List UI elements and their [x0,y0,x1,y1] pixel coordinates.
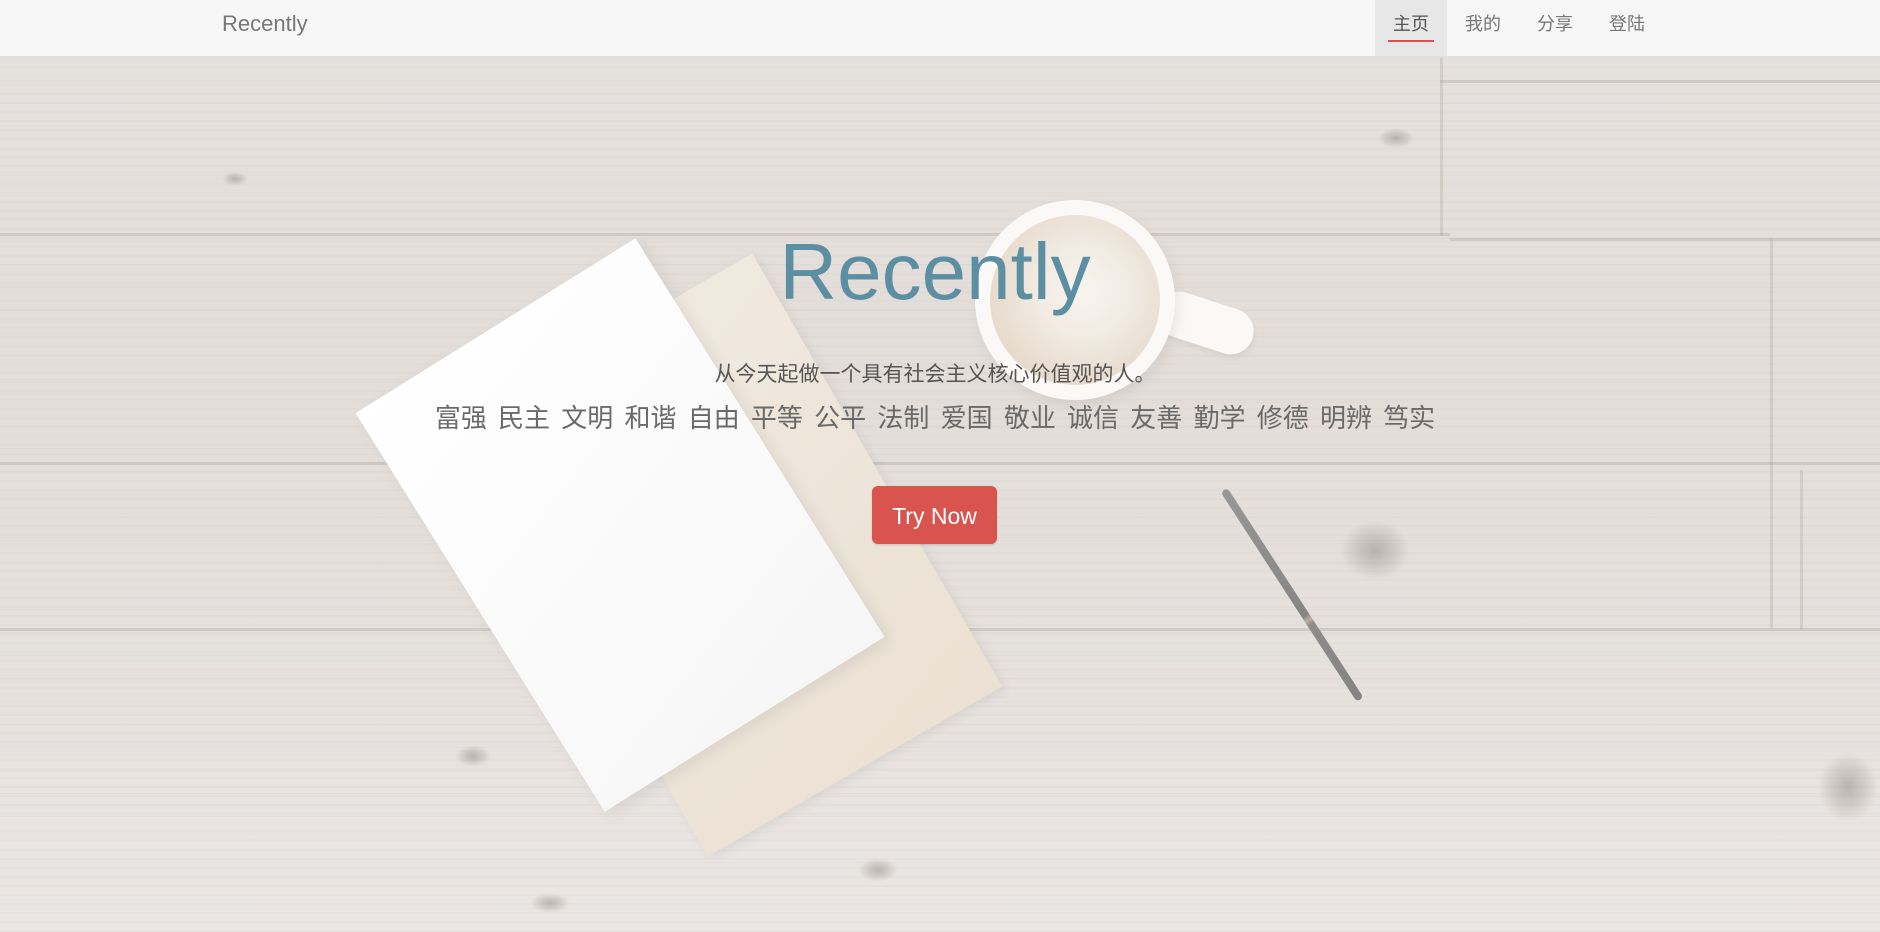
core-values-text: 富强 民主 文明 和谐 自由 平等 公平 法制 爱国 敬业 诚信 友善 勤学 修… [434,403,1436,433]
nav-item-label: 我的 [1465,14,1501,34]
nav-item-label: 主页 [1393,14,1429,34]
hero-title: Recently [779,227,1091,316]
nav-item-mine[interactable]: 我的 [1447,0,1519,56]
nav-item-label: 分享 [1537,14,1573,34]
brand-link[interactable]: Recently [222,0,308,48]
nav-item-share[interactable]: 分享 [1519,0,1591,56]
nav-item-home[interactable]: 主页 [1375,0,1447,56]
active-indicator [1388,40,1434,42]
nav-menu: 主页 我的 分享 登陆 [1375,0,1663,56]
nav-item-login[interactable]: 登陆 [1591,0,1663,56]
try-now-button[interactable]: Try Now [872,486,997,544]
hero-tagline: 从今天起做一个具有社会主义核心价值观的人。 [714,363,1156,386]
hero-section: Recently 从今天起做一个具有社会主义核心价值观的人。 富强 民主 文明 … [0,0,1880,932]
nav-item-label: 登陆 [1609,14,1645,34]
page: Recently 主页 我的 分享 登陆 Recently 从今天起做一个具有社… [0,0,1880,932]
navbar: Recently 主页 我的 分享 登陆 [0,0,1880,58]
